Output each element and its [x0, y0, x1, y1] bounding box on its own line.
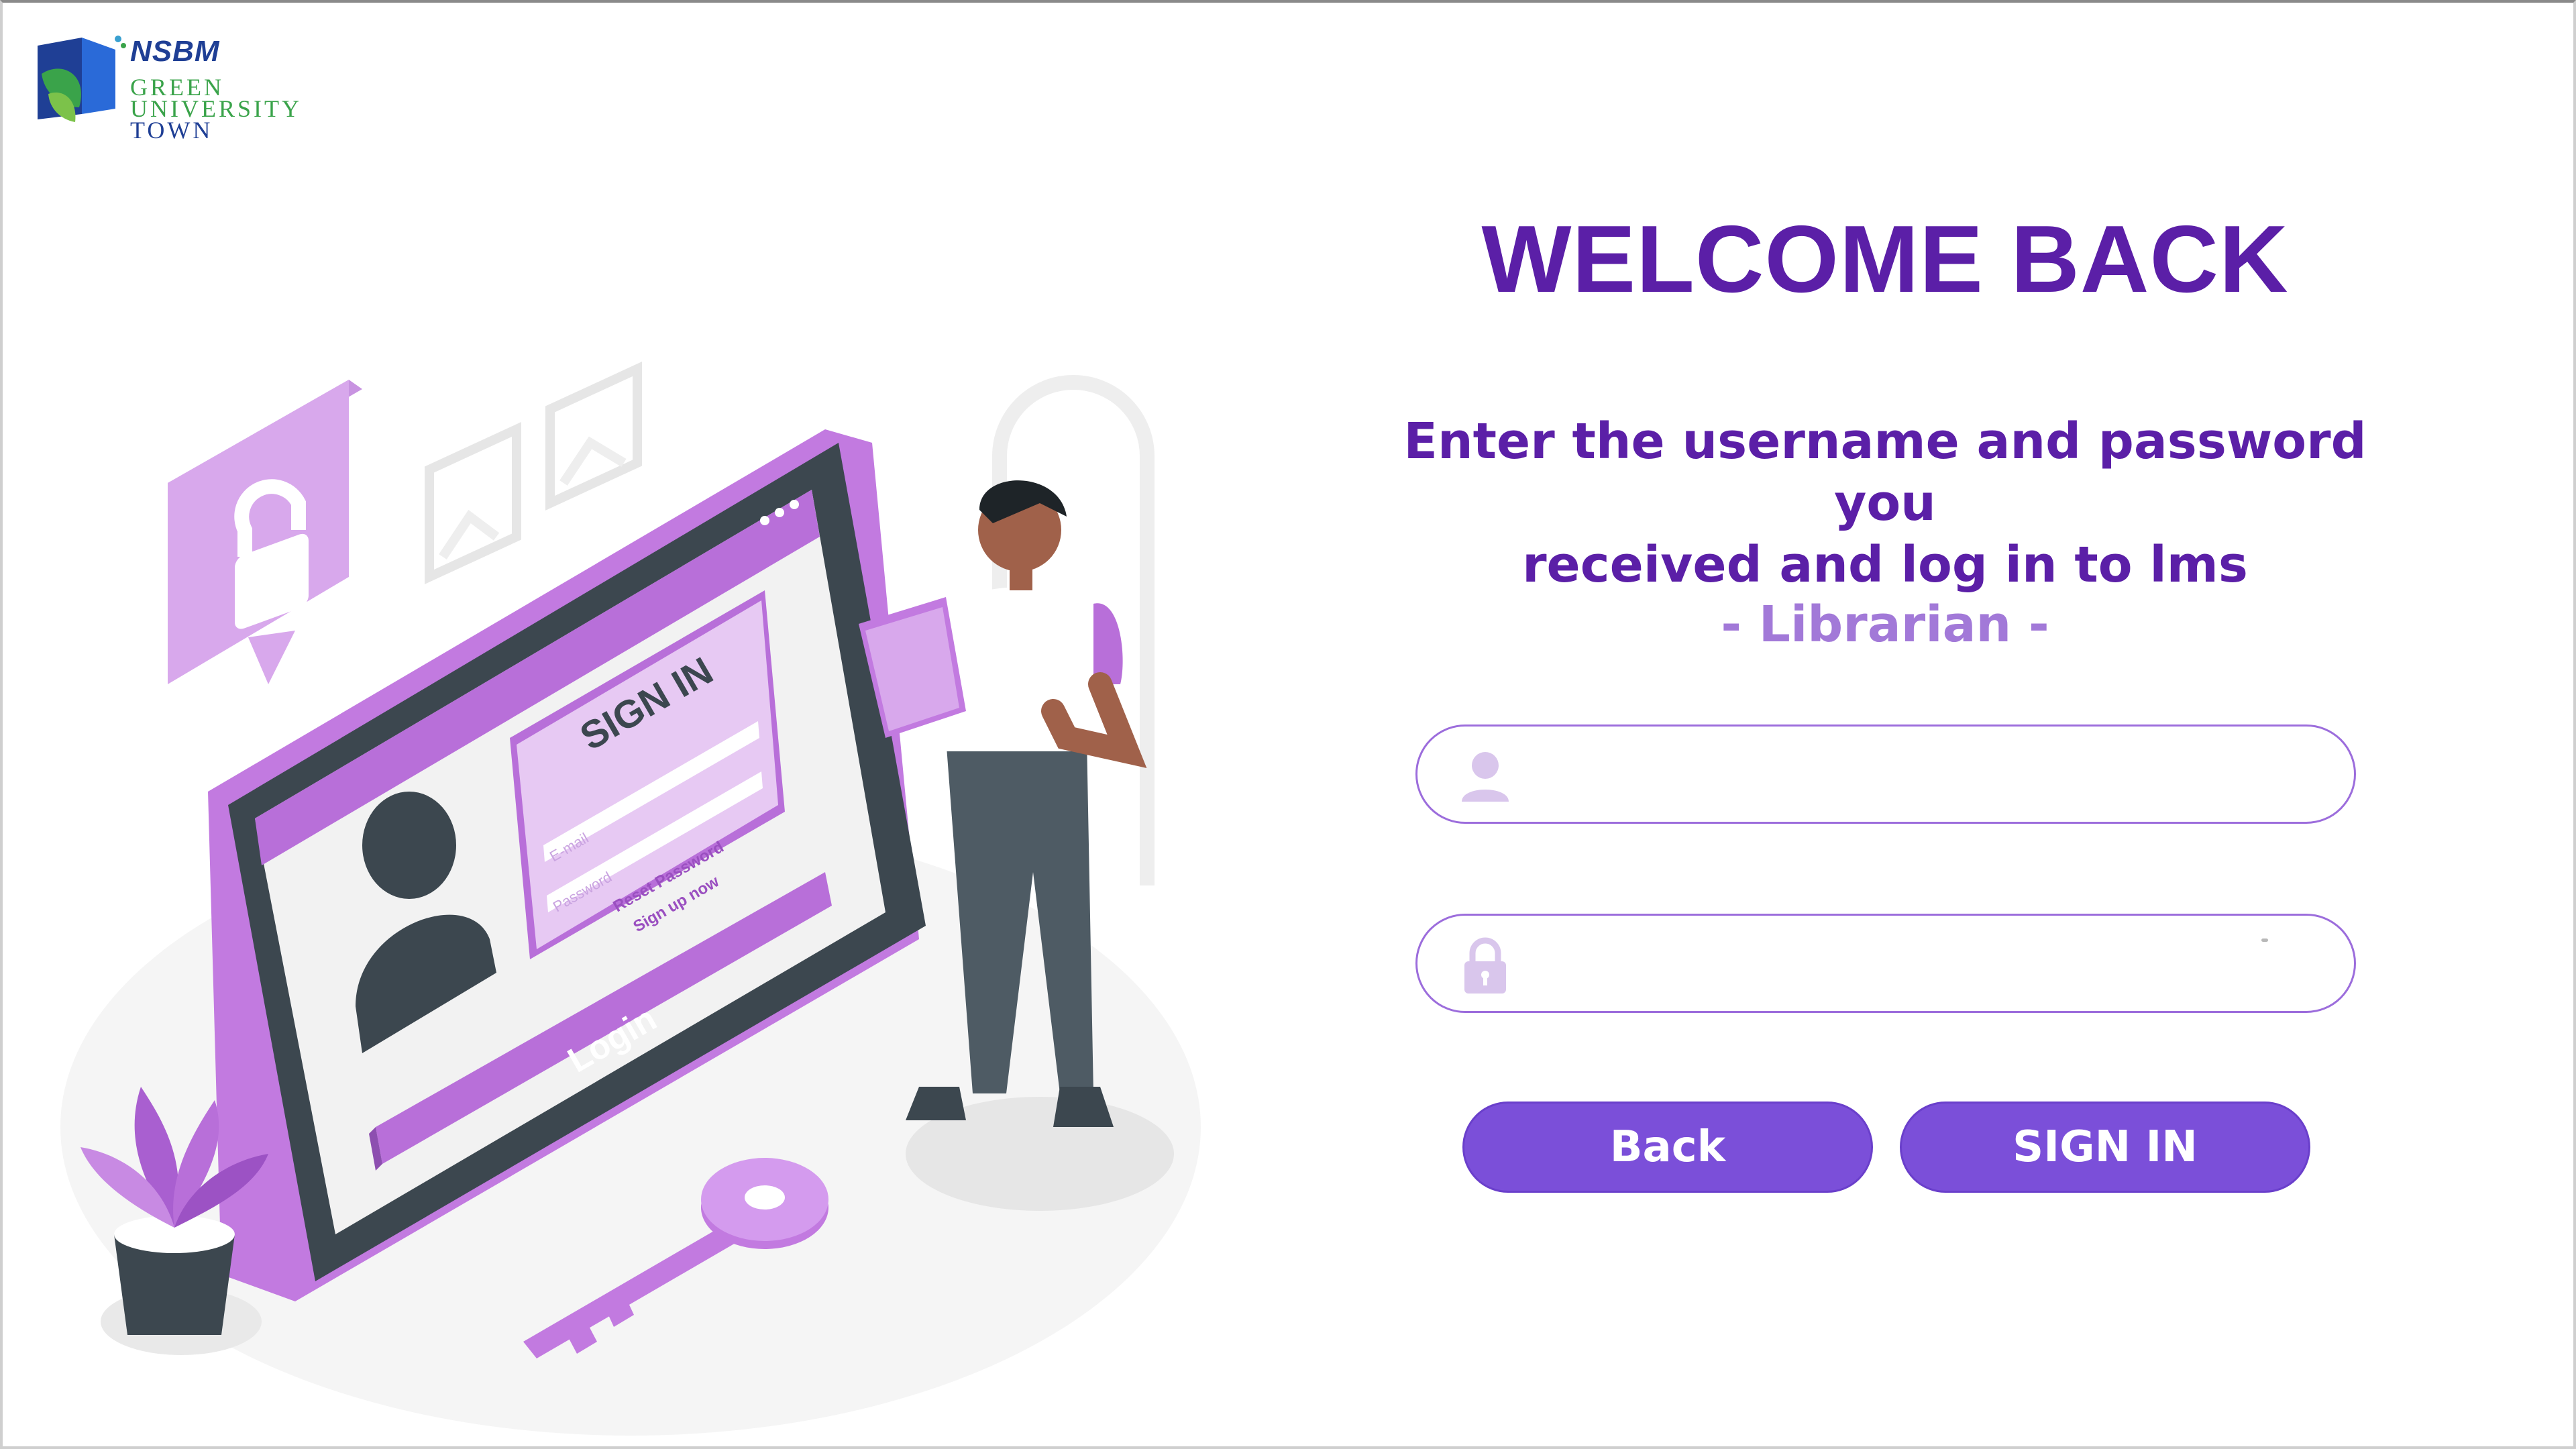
password-input[interactable] — [1538, 929, 2316, 999]
subtitle-line-1: Enter the username and password you — [1403, 413, 2367, 532]
sign-in-button[interactable]: SIGN IN — [1900, 1102, 2310, 1193]
lock-icon — [1464, 937, 1506, 994]
user-icon — [1462, 752, 1509, 802]
picture-frames — [425, 362, 642, 584]
username-field[interactable] — [1415, 724, 2356, 824]
back-button[interactable]: Back — [1462, 1102, 1873, 1193]
password-field[interactable] — [1415, 914, 2356, 1013]
login-illustration: SIGN IN E-mail Password Reset Password S… — [60, 362, 1201, 1436]
logo-line-town: TOWN — [130, 117, 213, 144]
username-input[interactable] — [1538, 740, 2316, 810]
role-label: - Librarian - — [1721, 596, 2049, 653]
logo-emblem-icon — [38, 36, 126, 122]
page-subtitle: Enter the username and password you rece… — [1355, 411, 2415, 596]
lock-bubble-icon — [168, 380, 362, 684]
subtitle-line-2: received and log in to lms — [1522, 536, 2248, 594]
page-title: WELCOME BACK — [1481, 206, 2289, 313]
logo-brand-text: NSBM — [130, 35, 220, 68]
password-reveal-dot[interactable] — [2261, 938, 2268, 942]
nsbm-logo: NSBM GREEN UNIVERSITY TOWN — [35, 20, 317, 144]
